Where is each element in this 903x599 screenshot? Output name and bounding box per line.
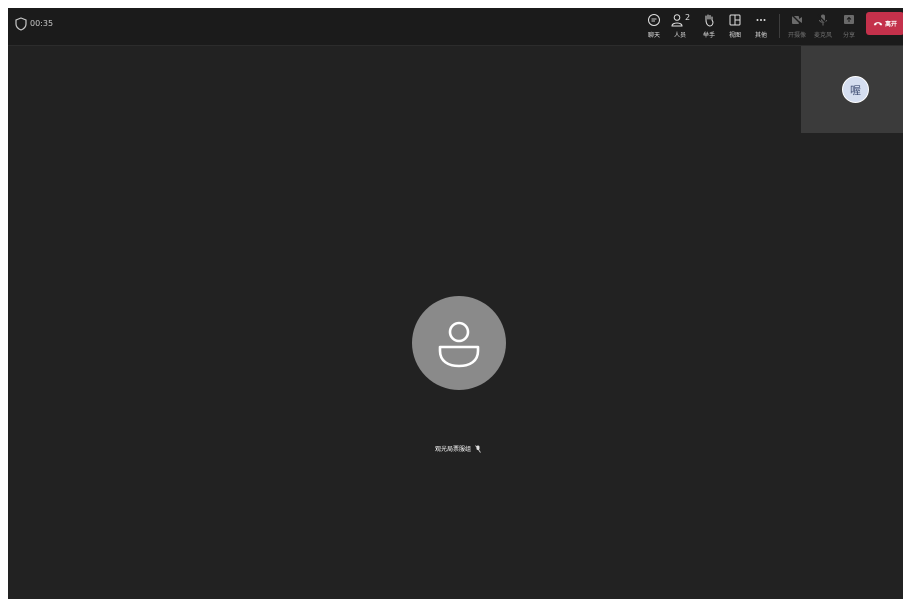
view-button[interactable]: 视图 xyxy=(722,11,748,41)
raise-hand-button[interactable]: 举手 xyxy=(696,11,722,41)
leave-button[interactable]: 离开 xyxy=(866,12,903,35)
mic-off-icon xyxy=(475,444,481,453)
people-icon xyxy=(671,14,683,27)
participant-name: 观光局票服组 xyxy=(434,446,471,453)
call-timer: 00:35 xyxy=(30,19,54,28)
participant-caption: 观光局票服组 xyxy=(308,444,608,453)
raise-hand-label: 举手 xyxy=(702,32,715,39)
people-count: 2 xyxy=(684,13,691,22)
view-label: 视图 xyxy=(728,32,741,39)
mic-icon xyxy=(817,14,829,26)
more-button[interactable]: 其他 xyxy=(748,11,774,41)
self-view-tile[interactable]: 喔 xyxy=(801,46,903,133)
chat-button[interactable]: 聊天 xyxy=(641,11,667,41)
mic-button[interactable]: 麦克风 xyxy=(810,11,836,41)
meeting-toolbar: 00:35 聊天 2 人员 举手 视图 其他 开摄像 麦克风 分享 离开 xyxy=(8,8,903,46)
self-avatar: 喔 xyxy=(842,76,869,103)
meeting-window: 00:35 聊天 2 人员 举手 视图 其他 开摄像 麦克风 分享 离开 喔 观… xyxy=(8,8,903,599)
people-label: 人员 xyxy=(673,32,686,39)
more-icon xyxy=(756,19,766,21)
mic-label: 麦克风 xyxy=(813,32,832,39)
chat-icon xyxy=(648,14,660,26)
chat-label: 聊天 xyxy=(647,32,660,39)
leave-label: 离开 xyxy=(884,21,897,28)
camera-label: 开摄像 xyxy=(787,32,806,39)
more-label: 其他 xyxy=(754,32,767,39)
view-icon xyxy=(729,14,741,26)
people-button[interactable]: 2 人员 xyxy=(667,11,693,41)
camera-button[interactable]: 开摄像 xyxy=(784,11,810,41)
person-icon xyxy=(438,321,480,368)
camera-icon xyxy=(790,13,804,27)
share-label: 分享 xyxy=(842,32,855,39)
share-button[interactable]: 分享 xyxy=(836,11,862,41)
phone-icon xyxy=(873,22,883,26)
share-icon xyxy=(844,15,854,24)
toolbar-divider xyxy=(779,14,780,38)
shield-icon xyxy=(15,17,27,31)
participant-avatar xyxy=(412,296,506,390)
raise-hand-icon xyxy=(705,14,714,27)
